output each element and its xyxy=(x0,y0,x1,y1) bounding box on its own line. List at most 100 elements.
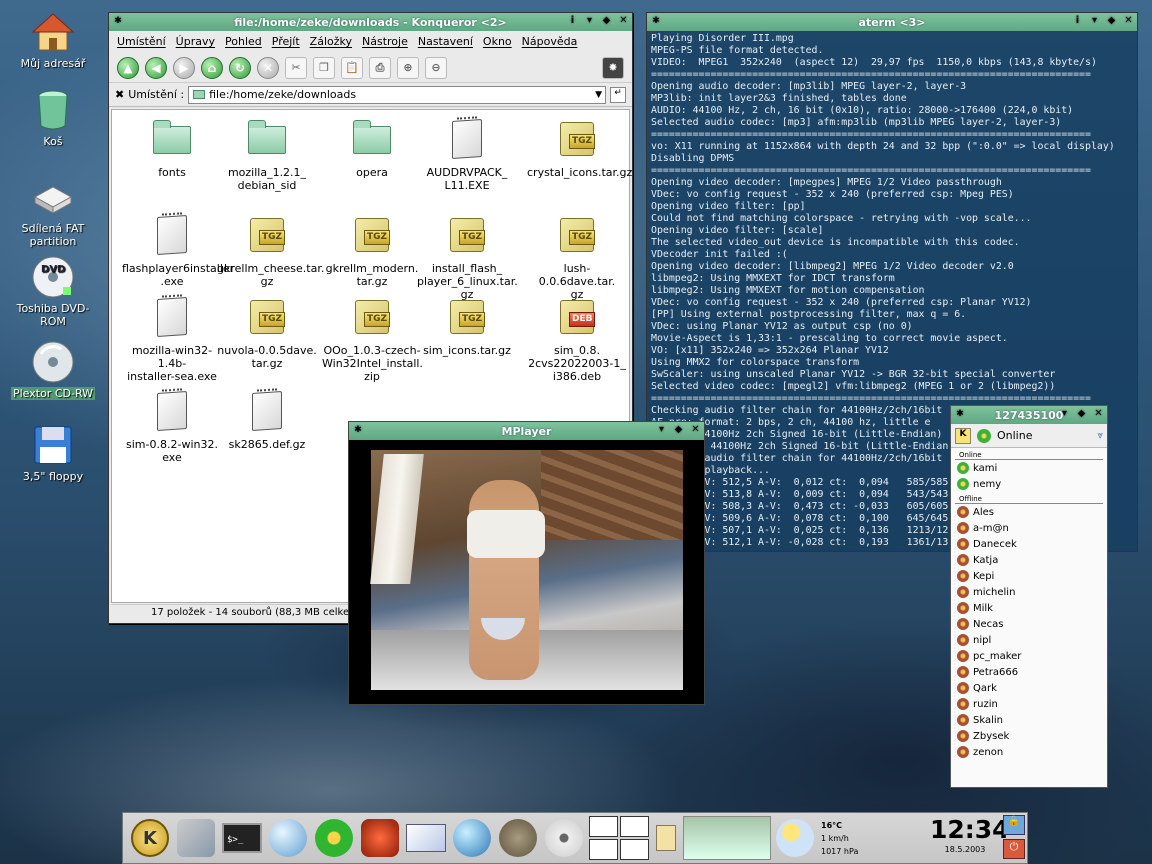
paste-icon[interactable]: 📋 xyxy=(341,56,363,79)
minimize-icon[interactable]: ▾ xyxy=(583,14,596,28)
contact-item[interactable]: ruzin xyxy=(951,696,1107,712)
menu-bookmarks[interactable]: Záložky xyxy=(310,35,352,49)
clock[interactable]: 12:34 18.5.2003 xyxy=(930,815,1010,854)
file-item[interactable]: TGZ sim_icons.tar.gz xyxy=(417,296,517,357)
file-item[interactable]: TGZ install_flash_ player_6_linux.tar. gz xyxy=(417,214,518,301)
file-item[interactable]: mozilla_1.2.1_ debian_sid xyxy=(217,118,317,192)
gimp-icon[interactable] xyxy=(495,815,541,861)
file-item[interactable]: TGZ gkrellm_modern. tar.gz xyxy=(322,214,422,288)
menu-location[interactable]: Umístění xyxy=(117,35,166,49)
file-item[interactable]: TGZ OOo_1.0.3-czech- Win32Intel_install. … xyxy=(322,296,423,383)
lock-screen-icon[interactable]: 🔒 xyxy=(1003,815,1025,835)
contact-item[interactable]: pc_maker xyxy=(951,648,1107,664)
go-icon[interactable]: ↵ xyxy=(610,86,626,103)
file-item[interactable]: DEB sim_0.8. 2cvs22022003-1_ i386.deb xyxy=(527,296,627,383)
konqueror-icon[interactable] xyxy=(265,815,311,861)
file-item[interactable]: TGZ nuvola-0.0.5dave. tar.gz xyxy=(217,296,317,370)
desktop-icon-home[interactable]: Můj adresář xyxy=(5,10,101,70)
chevron-down-icon[interactable]: ▼ xyxy=(595,90,602,100)
pin-icon[interactable]: ✱ xyxy=(352,424,364,436)
home-icon[interactable]: ⌂ xyxy=(201,56,223,79)
forward-arrow-icon[interactable]: ▶ xyxy=(173,56,195,79)
contact-item[interactable]: a-m@n xyxy=(951,520,1107,536)
mplayer-titlebar[interactable]: ✱ MPlayer ▾ ◆ ✕ xyxy=(349,422,704,440)
menu-tools[interactable]: Nástroje xyxy=(362,35,408,49)
contact-item[interactable]: Necas xyxy=(951,616,1107,632)
kde-dragon-icon[interactable] xyxy=(357,815,403,861)
file-item[interactable]: mozilla-win32-1.4b- installer-sea.exe xyxy=(122,296,222,383)
menu-icon[interactable]: K xyxy=(955,427,971,444)
help-icon[interactable]: i xyxy=(566,14,579,28)
minimize-icon[interactable]: ▾ xyxy=(655,423,668,437)
contact-item[interactable]: Katja xyxy=(951,552,1107,568)
desktop-icon-cdrw[interactable]: Plextor CD-RW xyxy=(5,340,101,400)
mail-icon[interactable] xyxy=(403,815,449,861)
back-arrow-icon[interactable]: ◀ xyxy=(145,56,167,79)
contact-item[interactable]: zenon xyxy=(951,744,1107,760)
maximize-icon[interactable]: ◆ xyxy=(1075,407,1088,421)
konqueror-titlebar[interactable]: ✱ file:/home/zeke/downloads - Konqueror … xyxy=(109,13,632,31)
up-arrow-icon[interactable]: ▲ xyxy=(117,56,139,79)
contact-item[interactable]: kami xyxy=(951,460,1107,476)
kde-menu-icon[interactable]: K xyxy=(127,815,173,861)
video-frame[interactable] xyxy=(370,450,683,690)
file-item[interactable]: opera xyxy=(322,118,422,179)
file-item[interactable]: flashplayer6installer .exe xyxy=(122,214,234,288)
menu-help[interactable]: Nápověda xyxy=(522,35,578,49)
close-icon[interactable]: ✕ xyxy=(1122,14,1135,28)
desktop-icon-trash[interactable]: Koš xyxy=(5,88,101,148)
contact-item[interactable]: Skalin xyxy=(951,712,1107,728)
klipper-icon[interactable] xyxy=(651,815,681,861)
contact-item[interactable]: Ales xyxy=(951,504,1107,520)
contact-item[interactable]: Danecek xyxy=(951,536,1107,552)
icq-icon[interactable] xyxy=(311,815,357,861)
zoom-in-icon[interactable]: ⊕ xyxy=(397,56,419,79)
contact-item[interactable]: Kepi xyxy=(951,568,1107,584)
status-flower-icon[interactable] xyxy=(977,428,991,443)
contact-item[interactable]: Milk xyxy=(951,600,1107,616)
buddy-titlebar[interactable]: ✱ 127435100 ▾ ◆ ✕ xyxy=(951,406,1107,424)
minimize-icon[interactable]: ▾ xyxy=(1058,407,1071,421)
kde-gear-icon[interactable]: ✸ xyxy=(602,56,624,79)
pin-icon[interactable]: ✱ xyxy=(954,408,966,420)
desktop-icon-fat-partition[interactable]: Sdílená FAT partition xyxy=(5,175,101,248)
close-icon[interactable]: ✕ xyxy=(1092,407,1105,421)
maximize-icon[interactable]: ◆ xyxy=(600,14,613,28)
stop-icon[interactable]: ✕ xyxy=(257,56,279,79)
close-icon[interactable]: ✕ xyxy=(617,14,630,28)
contact-item[interactable]: Petra666 xyxy=(951,664,1107,680)
weather-icon[interactable] xyxy=(773,815,817,861)
maximize-icon[interactable]: ◆ xyxy=(672,423,685,437)
logout-icon[interactable]: ⏻ xyxy=(1003,839,1025,859)
contact-item[interactable]: nipl xyxy=(951,632,1107,648)
contact-item[interactable]: Zbysek xyxy=(951,728,1107,744)
contact-item[interactable]: michelin xyxy=(951,584,1107,600)
menu-edit[interactable]: Úpravy xyxy=(176,35,215,49)
status-selector[interactable]: Online xyxy=(997,429,1032,442)
zoom-out-icon[interactable]: ⊖ xyxy=(425,56,447,79)
menu-window[interactable]: Okno xyxy=(483,35,512,49)
maximize-icon[interactable]: ◆ xyxy=(1105,14,1118,28)
file-item[interactable]: TGZ lush-0.0.6dave.tar. gz xyxy=(527,214,627,301)
help-icon[interactable]: i xyxy=(1071,14,1084,28)
file-item[interactable]: AUDDRVPACK_ L11.EXE xyxy=(417,118,517,192)
close-icon[interactable]: ✕ xyxy=(689,423,702,437)
copy-icon[interactable]: ❐ xyxy=(313,56,335,79)
reload-icon[interactable]: ↻ xyxy=(229,56,251,79)
minimize-icon[interactable]: ▾ xyxy=(1088,14,1101,28)
print-icon[interactable]: ⎙ xyxy=(369,56,391,79)
file-item[interactable]: sim-0.8.2-win32. exe xyxy=(122,390,222,464)
menu-go[interactable]: Přejít xyxy=(272,35,300,49)
control-center-icon[interactable] xyxy=(173,815,219,861)
desktop-pager[interactable] xyxy=(587,815,651,861)
clear-location-icon[interactable]: ✖ xyxy=(115,88,124,101)
file-item[interactable]: fonts xyxy=(122,118,222,179)
desktop-icon-floppy[interactable]: 3,5" floppy xyxy=(5,423,101,483)
desktop-icon-dvd[interactable]: DVD Toshiba DVD-ROM xyxy=(5,255,101,328)
cd-player-icon[interactable] xyxy=(541,815,587,861)
file-item[interactable]: TGZ crystal_icons.tar.gz xyxy=(527,118,632,179)
konsole-icon[interactable]: $>_ xyxy=(219,815,265,861)
menu-settings[interactable]: Nastavení xyxy=(418,35,473,49)
chevron-down-icon[interactable]: ⩔ xyxy=(1097,430,1103,441)
location-input[interactable]: file:/home/zeke/downloads ▼ xyxy=(188,85,606,104)
